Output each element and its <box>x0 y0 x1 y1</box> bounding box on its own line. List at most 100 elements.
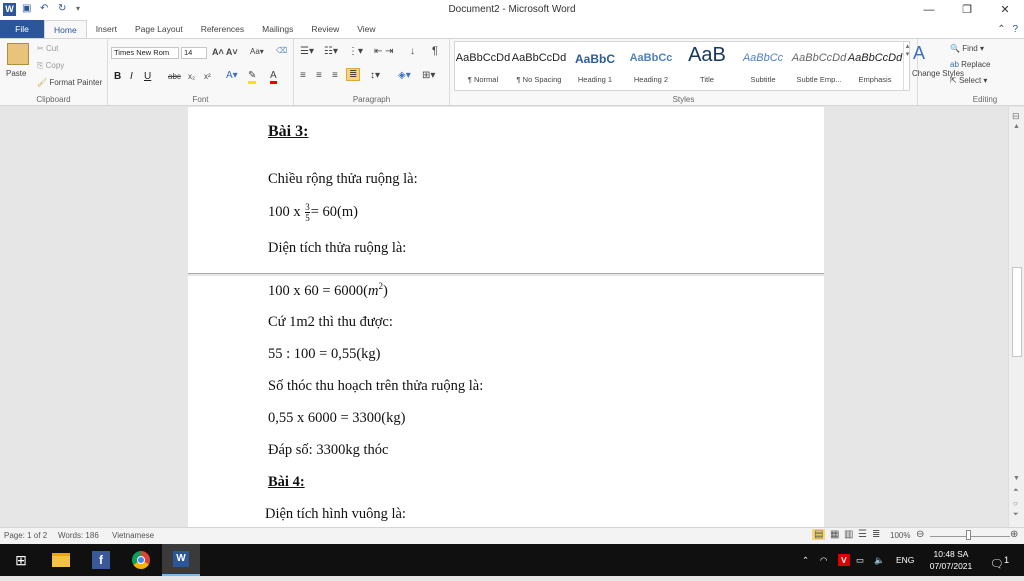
subscript-button[interactable]: x₂ <box>188 72 195 81</box>
italic-button[interactable]: I <box>130 71 133 82</box>
zoom-level[interactable]: 100% <box>890 531 910 540</box>
tab-review[interactable]: Review <box>302 20 348 38</box>
align-left-icon[interactable]: ≡ <box>300 70 306 81</box>
styles-scroll-icon[interactable]: ▴ ▾ <box>903 42 911 90</box>
brush-icon: 🖌 <box>37 78 50 87</box>
style-subtle-emphasis[interactable]: AaBbCcDd Subtle Emp... <box>791 42 847 90</box>
file-explorer-icon[interactable] <box>48 548 74 572</box>
text-effects-icon[interactable]: A▾ <box>226 70 238 81</box>
show-marks-icon[interactable]: ¶ <box>432 45 438 57</box>
equation-line: 100 x 3 5 = 60(m) <box>268 202 358 223</box>
vietkey-icon[interactable]: V <box>838 544 850 576</box>
borders-icon[interactable]: ⊞▾ <box>422 70 435 81</box>
zoom-out-icon[interactable]: ⊖ <box>916 529 924 540</box>
web-layout-icon[interactable]: ▥ <box>844 529 853 540</box>
collapse-ribbon-icon[interactable]: ⌃ <box>997 24 1005 35</box>
bullets-icon[interactable]: ☰▾ <box>300 46 314 57</box>
word-taskbar-icon[interactable]: W <box>162 544 200 576</box>
grow-font-icon[interactable]: A˄ A˅ <box>212 47 238 57</box>
clear-formatting-icon[interactable]: ⌫ <box>276 46 287 55</box>
tray-overflow-icon[interactable]: ⌃ <box>802 544 809 576</box>
style-no-spacing[interactable]: AaBbCcDd ¶ No Spacing <box>511 42 567 90</box>
print-layout-icon[interactable]: ▤ <box>812 529 826 540</box>
scroll-up-icon[interactable]: ▲ <box>1013 123 1020 130</box>
scroll-down-icon[interactable]: ▼ <box>1013 475 1020 482</box>
volume-icon[interactable]: 🔈 <box>874 544 885 576</box>
style-normal[interactable]: AaBbCcDd ¶ Normal <box>455 42 511 90</box>
style-subtitle[interactable]: AaBbCc Subtitle <box>735 42 791 90</box>
draft-icon[interactable]: ≣ <box>872 529 880 540</box>
outline-icon[interactable]: ☰ <box>858 529 867 540</box>
input-language[interactable]: ENG <box>896 544 914 576</box>
sort-icon[interactable]: ↓ <box>410 46 415 57</box>
cut-button[interactable]: ✂ Cut <box>37 44 58 53</box>
shading-icon[interactable]: ◈▾ <box>398 70 411 81</box>
change-case-icon[interactable]: Aa▾ <box>250 47 264 56</box>
page-count[interactable]: Page: 1 of 2 <box>4 531 47 540</box>
align-right-icon[interactable]: ≡ <box>332 70 338 81</box>
ruler-toggle-icon[interactable]: ⊟ <box>1012 111 1020 122</box>
page-2[interactable]: 100 x 60 = 6000(m2) Cứ 1m2 thì thu được:… <box>188 276 824 527</box>
numbering-icon[interactable]: ☷▾ <box>324 46 338 57</box>
heading-bai-4: Bài 4: <box>268 474 305 490</box>
chrome-icon[interactable] <box>128 548 154 572</box>
full-screen-icon[interactable]: ▦ <box>830 529 839 540</box>
line-spacing-icon[interactable]: ↕▾ <box>370 70 380 81</box>
indent-icon[interactable]: ⇤ ⇥ <box>374 46 394 57</box>
bold-button[interactable]: B <box>114 71 121 82</box>
help-icon[interactable]: ? <box>1012 24 1018 35</box>
next-page-icon[interactable]: ⏷ <box>1013 511 1019 519</box>
tab-home[interactable]: Home <box>44 20 87 38</box>
font-color-icon[interactable]: A <box>270 70 277 84</box>
style-heading-1[interactable]: AaBbC Heading 1 <box>567 42 623 90</box>
word-count[interactable]: Words: 186 <box>58 531 99 540</box>
select-button[interactable]: ⇱ Select ▾ <box>950 76 987 85</box>
replace-button[interactable]: ab Replace <box>950 60 990 69</box>
tab-file[interactable]: File <box>0 20 44 38</box>
strikethrough-button[interactable]: abc <box>168 72 181 81</box>
tab-references[interactable]: References <box>192 20 253 38</box>
superscript-button[interactable]: x² <box>204 72 211 81</box>
align-center-icon[interactable]: ≡ <box>316 70 322 81</box>
tab-view[interactable]: View <box>348 20 384 38</box>
document-area[interactable]: Bài 3: Chiều rộng thửa ruộng là: 100 x 3… <box>0 107 1008 527</box>
font-group: Times New Rom 14 A˄ A˅ Aa▾ ⌫ B I U abc x… <box>108 39 294 105</box>
style-title[interactable]: AaB Title <box>679 42 735 90</box>
windows-start-icon[interactable]: ⊞ <box>8 548 34 572</box>
page-1[interactable]: Bài 3: Chiều rộng thửa ruộng là: 100 x 3… <box>188 107 824 274</box>
browse-object-icon[interactable]: ○ <box>1013 499 1018 508</box>
justify-icon[interactable]: ≣ <box>346 68 361 81</box>
vertical-scrollbar[interactable]: ⊟ ▲ ▼ ⏶ ○ ⏷ <box>1008 107 1024 527</box>
tab-mailings[interactable]: Mailings <box>253 20 302 38</box>
battery-icon[interactable]: ▭ <box>856 544 864 576</box>
paste-icon[interactable] <box>7 43 29 65</box>
font-size-select[interactable]: 14 <box>181 47 207 59</box>
change-styles-icon[interactable]: A <box>913 43 925 64</box>
network-icon[interactable]: ◠ <box>820 544 827 576</box>
language-indicator[interactable]: Vietnamese <box>112 531 154 540</box>
clock[interactable]: 10:48 SA 07/07/2021 <box>928 548 974 580</box>
format-painter-button[interactable]: 🖌 Format Painter <box>37 78 102 87</box>
find-button[interactable]: 🔍 Find ▾ <box>950 44 984 53</box>
facebook-icon[interactable]: f <box>88 548 114 572</box>
zoom-in-icon[interactable]: ⊕ <box>1010 529 1018 540</box>
zoom-slider-thumb[interactable] <box>966 530 971 540</box>
tab-insert[interactable]: Insert <box>87 20 126 38</box>
highlight-icon[interactable]: ✎ <box>248 70 257 84</box>
previous-page-icon[interactable]: ⏶ <box>1013 487 1019 495</box>
paste-button[interactable]: Paste <box>6 69 26 78</box>
style-heading-2[interactable]: AaBbCc Heading 2 <box>623 42 679 90</box>
para-line: Diện tích thửa ruộng là: <box>268 240 407 256</box>
minimize-button[interactable]: — <box>910 2 948 18</box>
multilevel-list-icon[interactable]: ⋮▾ <box>348 46 363 57</box>
scrollbar-thumb[interactable] <box>1012 267 1022 357</box>
style-emphasis[interactable]: AaBbCcDd Emphasis <box>847 42 903 90</box>
close-button[interactable]: ✕ <box>986 2 1024 18</box>
notifications-icon[interactable]: 🗨1 <box>990 544 1009 576</box>
restore-button[interactable]: ❐ <box>948 2 986 18</box>
editing-group: 🔍 Find ▾ ab Replace ⇱ Select ▾ Editing <box>946 39 1024 105</box>
copy-button[interactable]: ⎘ Copy <box>37 61 64 71</box>
font-name-select[interactable]: Times New Rom <box>111 47 179 59</box>
tab-page-layout[interactable]: Page Layout <box>126 20 192 38</box>
underline-button[interactable]: U <box>144 71 151 82</box>
